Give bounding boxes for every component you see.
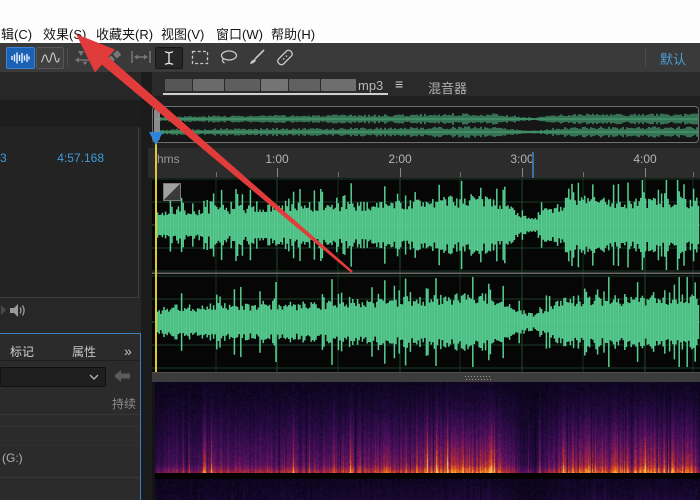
files-list[interactable]: 3 4:57.168 — [0, 127, 139, 298]
duration-column-header[interactable]: 持续 — [112, 395, 136, 412]
waveform-view-button[interactable] — [6, 47, 35, 69]
playhead-line[interactable] — [155, 133, 157, 372]
ruler-unit: hms — [157, 152, 180, 166]
files-status-bar — [0, 301, 141, 325]
waveform-icon — [10, 51, 31, 65]
healing-brush-button[interactable] — [272, 47, 298, 67]
markers-panel: 标记 属性 » 持续 (G:) — [0, 333, 142, 500]
playhead-head[interactable] — [149, 132, 164, 146]
slip-tool-button[interactable] — [102, 47, 126, 67]
menu-effects[interactable]: 效果(S) — [43, 24, 86, 43]
stretch-icon — [130, 49, 152, 65]
ruler-label: 1:00 — [255, 152, 299, 166]
paintbrush-icon — [248, 49, 266, 65]
menu-edit[interactable]: 辑(C) — [1, 24, 32, 43]
volume-icon[interactable] — [9, 302, 29, 319]
files-panel-toolbar — [0, 100, 141, 128]
spectral-view-button[interactable] — [36, 47, 64, 69]
paintbrush-selection-button[interactable] — [245, 47, 269, 67]
spectrogram-channel-1[interactable] — [155, 382, 700, 473]
editor-tab-row: mp3 ≡ 混音器 — [152, 72, 700, 96]
back-arrow-icon[interactable] — [114, 370, 131, 382]
panel-divider[interactable] — [152, 372, 700, 382]
waveform-display[interactable] — [152, 178, 700, 372]
toolbar-separator — [67, 48, 68, 66]
workspace-selector[interactable]: 默认 — [660, 49, 686, 68]
marker-line[interactable] — [532, 152, 534, 178]
audition-window: 辑(C) 效果(S) 收藏夹(R) 视图(V) 窗口(W) 帮助(H) — [0, 0, 700, 500]
tab-divider — [0, 360, 140, 361]
menu-view[interactable]: 视图(V) — [161, 24, 204, 43]
ruler-label: 4:00 — [623, 152, 667, 166]
active-tab-underline — [163, 93, 388, 95]
slip-icon — [105, 49, 123, 65]
file-duration: 4:57.168 — [0, 151, 104, 165]
spectral-icon — [40, 51, 60, 65]
menu-bar: 辑(C) 效果(S) 收藏夹(R) 视图(V) 窗口(W) 帮助(H) — [0, 0, 700, 44]
stretch-tool-button[interactable] — [128, 47, 154, 67]
tab-mixer[interactable]: 混音器 — [428, 78, 467, 97]
play-indicator-icon — [1, 305, 7, 315]
chevron-down-icon — [89, 374, 99, 381]
channel-fold-button[interactable] — [163, 183, 181, 201]
waveform-svg — [152, 178, 700, 372]
panel-menu-icon[interactable]: ≡ — [395, 76, 403, 92]
menu-help[interactable]: 帮助(H) — [271, 24, 315, 43]
tab-markers[interactable]: 标记 — [10, 343, 34, 360]
time-ruler[interactable]: hms 1:00 2:00 3:00 4:00 — [148, 148, 700, 178]
ruler-label: 2:00 — [378, 152, 422, 166]
marker-type-dropdown[interactable] — [0, 367, 106, 387]
editor-panel: mp3 ≡ 混音器 hms 1:00 2:00 3:00 4:00 — [152, 72, 700, 500]
healing-brush-icon — [275, 49, 295, 66]
lasso-selection-button[interactable] — [216, 47, 241, 67]
move-playhead-tool-button[interactable] — [72, 47, 98, 67]
spectrogram-channel-2[interactable] — [155, 479, 700, 500]
drive-list-item[interactable]: (G:) — [2, 451, 23, 465]
file-tab-suffix[interactable]: mp3 — [358, 78, 383, 93]
main-toolbar: 默认 — [0, 43, 700, 73]
more-panels-icon[interactable]: » — [124, 343, 132, 359]
overview-waveform — [155, 108, 698, 142]
menu-window[interactable]: 窗口(W) — [216, 24, 263, 43]
lasso-icon — [219, 49, 239, 65]
time-selection-tool-button[interactable] — [155, 47, 183, 69]
zoom-navigator[interactable] — [152, 106, 699, 143]
ibeam-icon — [163, 50, 175, 66]
menu-favorites[interactable]: 收藏夹(R) — [96, 24, 153, 43]
marquee-selection-button[interactable] — [187, 47, 212, 67]
toolbar-separator — [645, 48, 646, 66]
ruler-label: 3:00 — [500, 152, 544, 166]
tab-properties[interactable]: 属性 — [72, 343, 96, 360]
marquee-icon — [191, 50, 209, 65]
divider-grip-icon[interactable] — [465, 376, 491, 380]
move-playhead-icon — [74, 49, 96, 65]
